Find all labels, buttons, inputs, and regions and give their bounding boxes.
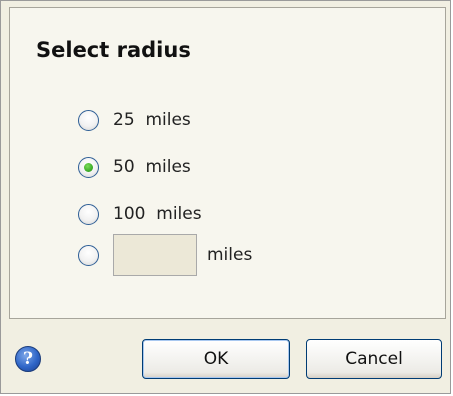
radius-panel: Select radius 25 miles 50 miles 100 mile… [9,7,446,319]
custom-radius-input[interactable] [113,234,197,276]
radio-button-50[interactable] [78,156,99,178]
radio-button-25[interactable] [78,109,99,131]
radius-option-50[interactable]: 50 miles [78,153,191,181]
select-radius-dialog: Select radius 25 miles 50 miles 100 mile… [0,0,451,394]
radius-option-100[interactable]: 100 miles [78,200,202,228]
radius-option-25[interactable]: 25 miles [78,106,191,134]
radio-button-100[interactable] [78,203,99,225]
ok-button[interactable]: OK [142,339,290,379]
radio-button-custom[interactable] [78,244,99,266]
radio-label-25: 25 miles [113,110,191,130]
help-icon[interactable]: ? [15,346,41,372]
cancel-button[interactable]: Cancel [306,339,442,379]
radio-label-50: 50 miles [113,157,191,177]
radio-label-100: 100 miles [113,204,202,224]
radius-option-custom[interactable]: miles [78,234,252,276]
dialog-title: Select radius [36,38,191,62]
custom-radius-unit: miles [207,245,253,265]
